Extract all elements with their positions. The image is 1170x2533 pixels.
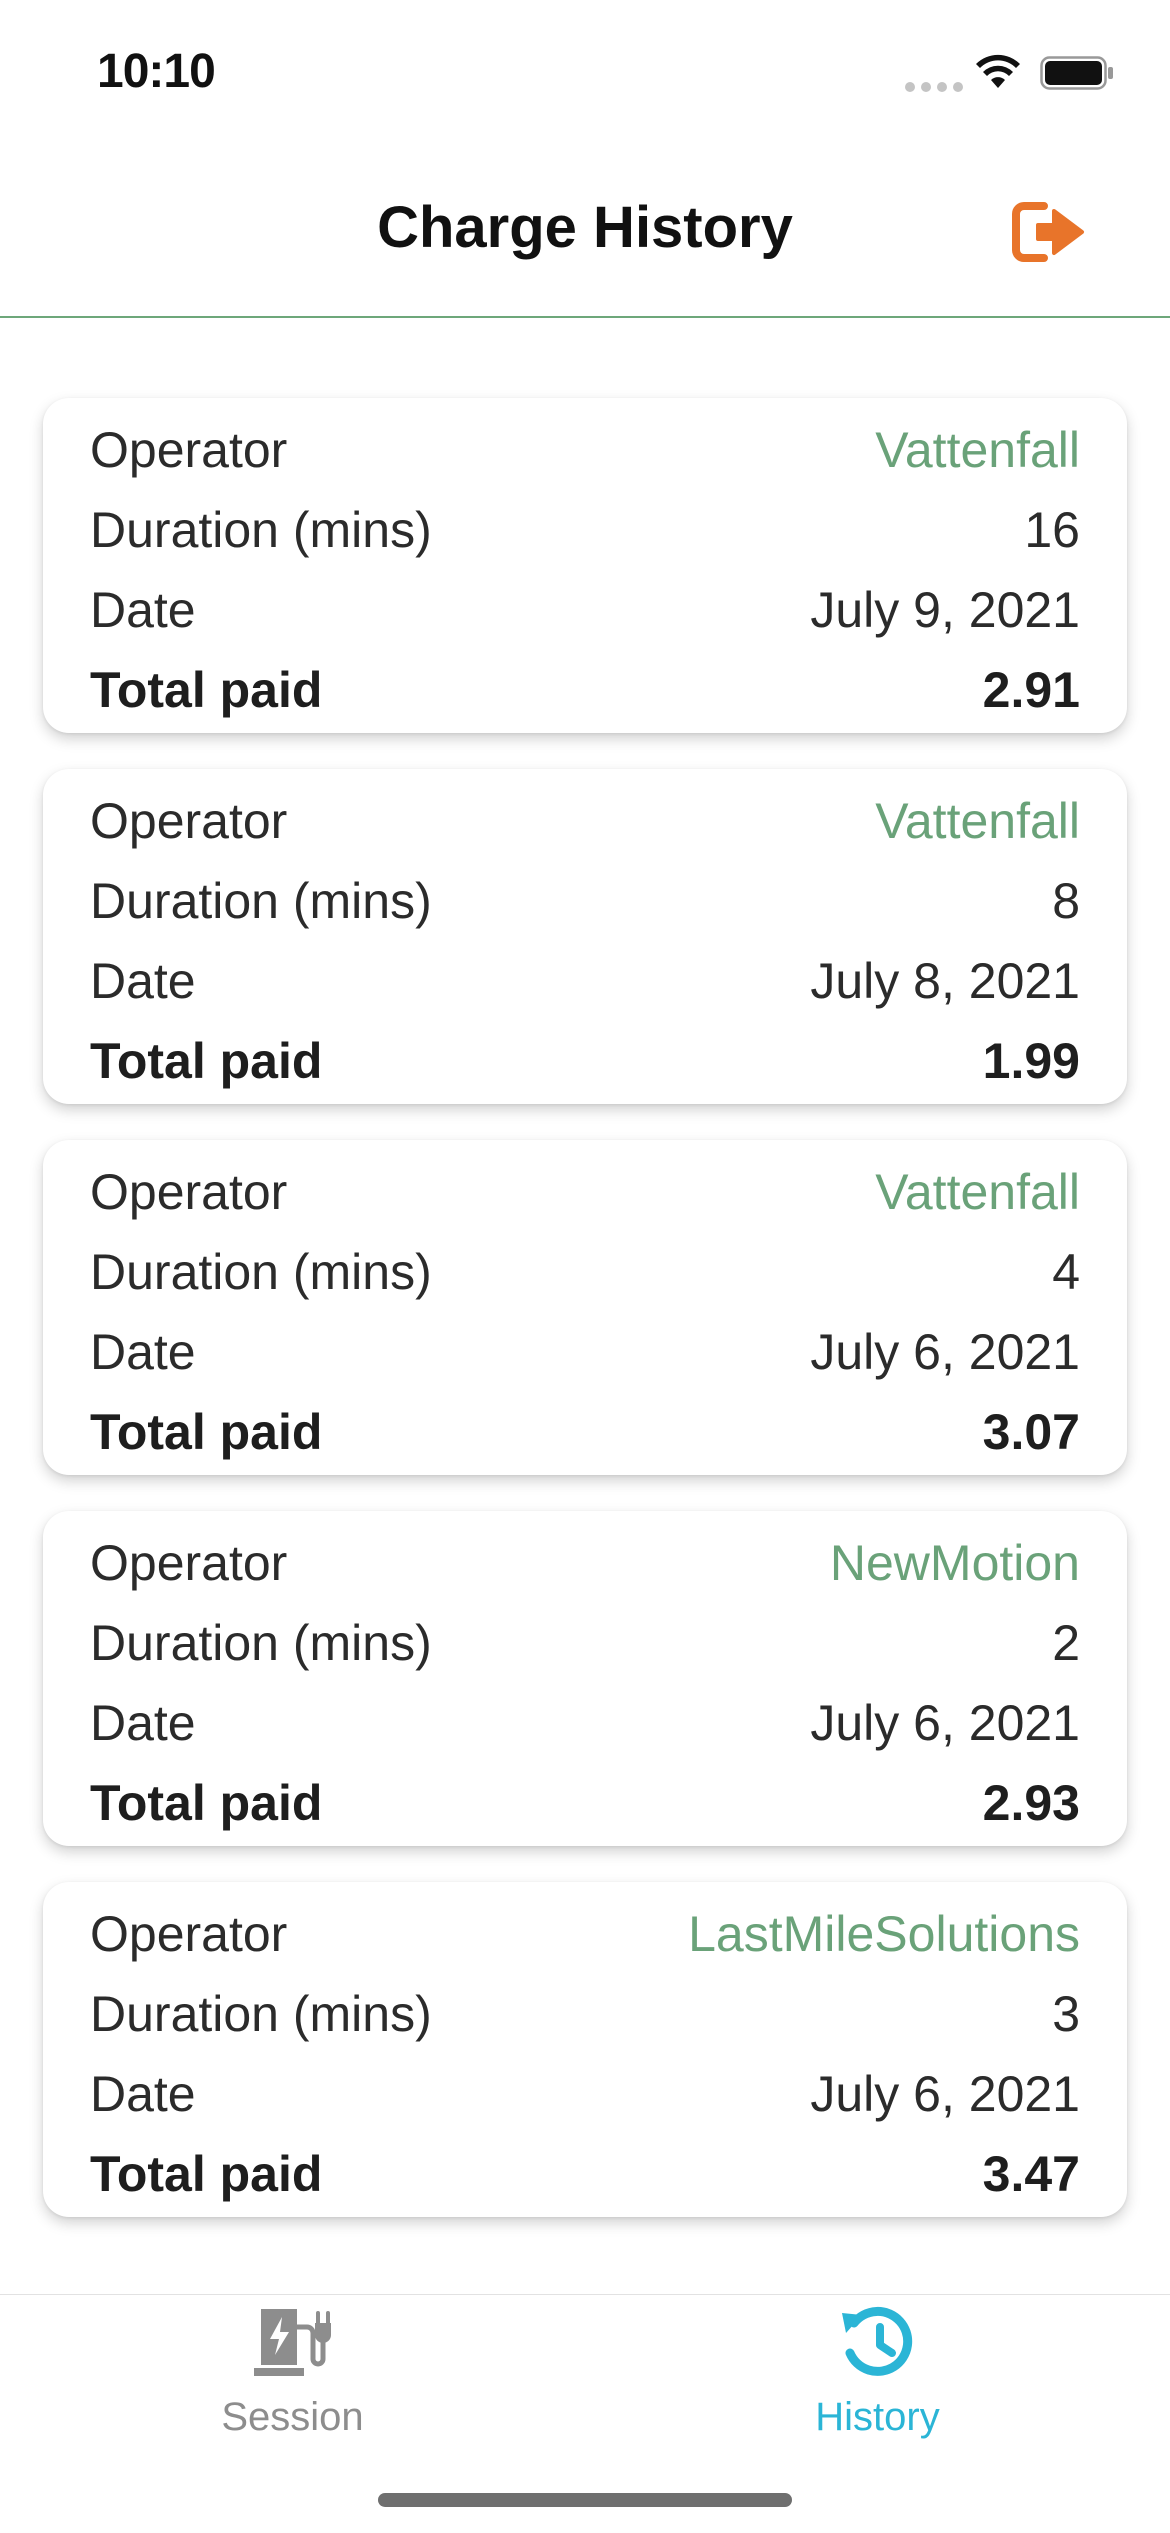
status-bar: 10:10 (0, 0, 1170, 140)
duration-label: Duration (mins) (90, 873, 432, 929)
total-label: Total paid (90, 1775, 323, 1831)
duration-value: 2 (1052, 1615, 1080, 1671)
home-indicator[interactable] (378, 2493, 792, 2507)
total-label: Total paid (90, 662, 323, 718)
tab-bar: Session History (0, 2294, 1170, 2533)
operator-row: Operator Vattenfall (90, 1152, 1080, 1232)
total-row: Total paid 1.99 (90, 1021, 1080, 1101)
duration-value: 16 (1024, 502, 1080, 558)
date-row: Date July 8, 2021 (90, 941, 1080, 1021)
date-label: Date (90, 953, 196, 1009)
charge-history-list[interactable]: Operator Vattenfall Duration (mins) 16 D… (0, 318, 1170, 2294)
date-row: Date July 6, 2021 (90, 2054, 1080, 2134)
duration-value: 3 (1052, 1986, 1080, 2042)
cellular-signal-icon (905, 82, 963, 92)
total-value: 2.91 (982, 662, 1080, 718)
charge-session-card[interactable]: Operator LastMileSolutions Duration (min… (43, 1882, 1127, 2217)
duration-row: Duration (mins) 2 (90, 1603, 1080, 1683)
date-label: Date (90, 582, 196, 638)
date-value: July 6, 2021 (810, 1324, 1080, 1380)
operator-value: Vattenfall (875, 1164, 1080, 1220)
duration-value: 4 (1052, 1244, 1080, 1300)
duration-row: Duration (mins) 4 (90, 1232, 1080, 1312)
charge-session-card[interactable]: Operator Vattenfall Duration (mins) 16 D… (43, 398, 1127, 733)
date-value: July 6, 2021 (810, 2066, 1080, 2122)
duration-label: Duration (mins) (90, 1986, 432, 2042)
date-value: July 8, 2021 (810, 953, 1080, 1009)
operator-label: Operator (90, 1535, 288, 1591)
total-value: 3.07 (982, 1404, 1080, 1460)
logout-icon (1012, 202, 1084, 262)
charge-session-card[interactable]: Operator Vattenfall Duration (mins) 8 Da… (43, 769, 1127, 1104)
tab-history-label: History (815, 2395, 940, 2439)
charge-session-card[interactable]: Operator Vattenfall Duration (mins) 4 Da… (43, 1140, 1127, 1475)
date-value: July 6, 2021 (810, 1695, 1080, 1751)
total-row: Total paid 2.93 (90, 1763, 1080, 1843)
duration-label: Duration (mins) (90, 502, 432, 558)
total-label: Total paid (90, 1033, 323, 1089)
total-row: Total paid 3.47 (90, 2134, 1080, 2214)
operator-label: Operator (90, 1164, 288, 1220)
page-title: Charge History (377, 195, 793, 260)
total-row: Total paid 2.91 (90, 650, 1080, 730)
duration-row: Duration (mins) 8 (90, 861, 1080, 941)
status-time: 10:10 (97, 45, 216, 98)
operator-value: Vattenfall (875, 793, 1080, 849)
operator-row: Operator NewMotion (90, 1523, 1080, 1603)
date-value: July 9, 2021 (810, 582, 1080, 638)
history-icon (841, 2306, 912, 2376)
operator-row: Operator LastMileSolutions (90, 1894, 1080, 1974)
logout-button[interactable] (1010, 198, 1090, 268)
duration-row: Duration (mins) 3 (90, 1974, 1080, 2054)
tab-session[interactable]: Session (0, 2295, 585, 2465)
date-label: Date (90, 2066, 196, 2122)
duration-label: Duration (mins) (90, 1244, 432, 1300)
total-value: 3.47 (982, 2146, 1080, 2202)
operator-row: Operator Vattenfall (90, 410, 1080, 490)
total-value: 2.93 (982, 1775, 1080, 1831)
battery-icon (1040, 56, 1113, 90)
total-label: Total paid (90, 2146, 323, 2202)
operator-label: Operator (90, 422, 288, 478)
date-row: Date July 6, 2021 (90, 1312, 1080, 1392)
total-label: Total paid (90, 1404, 323, 1460)
duration-value: 8 (1052, 873, 1080, 929)
date-row: Date July 9, 2021 (90, 570, 1080, 650)
date-label: Date (90, 1324, 196, 1380)
date-label: Date (90, 1695, 196, 1751)
tab-session-label: Session (221, 2395, 364, 2439)
total-value: 1.99 (982, 1033, 1080, 1089)
operator-label: Operator (90, 1906, 288, 1962)
duration-label: Duration (mins) (90, 1615, 432, 1671)
ev-charger-icon (253, 2309, 331, 2376)
operator-value: NewMotion (829, 1535, 1080, 1591)
total-row: Total paid 3.07 (90, 1392, 1080, 1472)
wifi-icon (976, 54, 1020, 88)
nav-header: Charge History (0, 140, 1170, 318)
date-row: Date July 6, 2021 (90, 1683, 1080, 1763)
operator-row: Operator Vattenfall (90, 781, 1080, 861)
tab-history[interactable]: History (585, 2295, 1170, 2465)
operator-value: Vattenfall (875, 422, 1080, 478)
operator-label: Operator (90, 793, 288, 849)
operator-value: LastMileSolutions (688, 1906, 1080, 1962)
duration-row: Duration (mins) 16 (90, 490, 1080, 570)
charge-session-card[interactable]: Operator NewMotion Duration (mins) 2 Dat… (43, 1511, 1127, 1846)
